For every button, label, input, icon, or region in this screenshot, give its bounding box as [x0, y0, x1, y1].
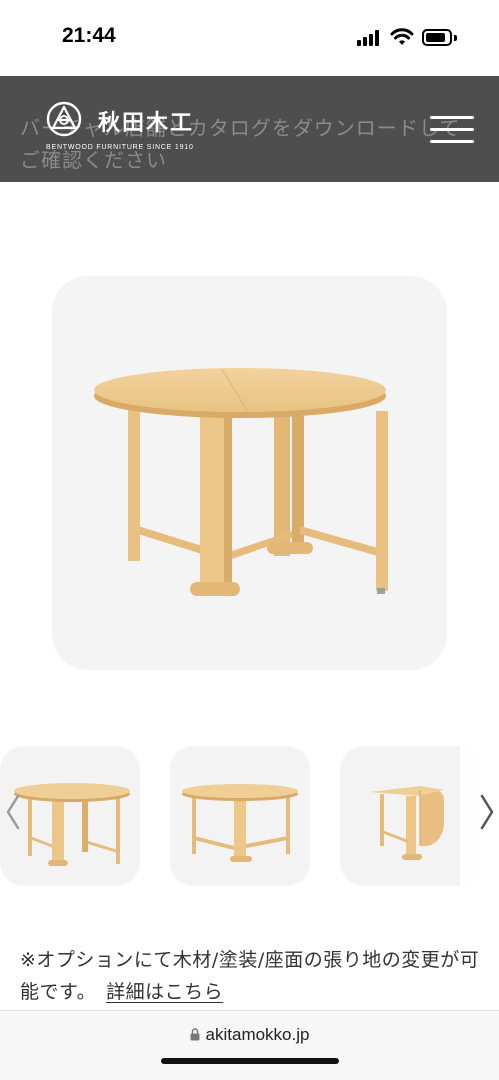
thumbnail-side-view[interactable]: [170, 746, 310, 886]
status-time: 21:44: [62, 24, 116, 47]
thumbnail-strip: [0, 742, 499, 890]
url-text: akitamokko.jp: [205, 1025, 310, 1044]
status-bar: 21:44: [0, 0, 499, 76]
oval-gateleg-table-image: [94, 368, 388, 596]
hamburger-menu-icon[interactable]: [430, 116, 474, 144]
table-folded-leaf-view-image: [370, 786, 444, 860]
battery-icon: [422, 29, 452, 46]
main-product-image[interactable]: [52, 276, 447, 670]
logo-mark-icon: [46, 101, 82, 137]
home-indicator[interactable]: [161, 1058, 339, 1064]
battery-cap: [454, 35, 457, 41]
thumbnail-folded-view[interactable]: [340, 746, 480, 886]
chevron-left-icon[interactable]: [2, 790, 24, 834]
browser-url-bar[interactable]: akitamokko.jp: [0, 1010, 499, 1080]
table-side-view-image: [182, 784, 298, 862]
option-note: ※オプションにて木材/塗装/座面の張り地の変更が可能です。 詳細はこちら: [20, 944, 485, 1008]
logo-name: 秋田木工: [98, 111, 195, 136]
site-header: バーチャル店舗とカタログをダウンロードしてご確認ください 秋田木工 BENTWO…: [0, 76, 499, 182]
cellular-signal-icon: [357, 30, 383, 46]
logo-subtitle: BENTWOOD FURNITURE SINCE 1910: [46, 144, 194, 151]
option-note-text: ※オプションにて木材/塗装/座面の張り地の変更が可能です。: [20, 949, 480, 1003]
chevron-right-icon[interactable]: [476, 790, 498, 834]
lock-icon: [190, 1028, 200, 1041]
wifi-icon: [390, 28, 414, 45]
details-link[interactable]: 詳細はこちら: [106, 981, 223, 1003]
